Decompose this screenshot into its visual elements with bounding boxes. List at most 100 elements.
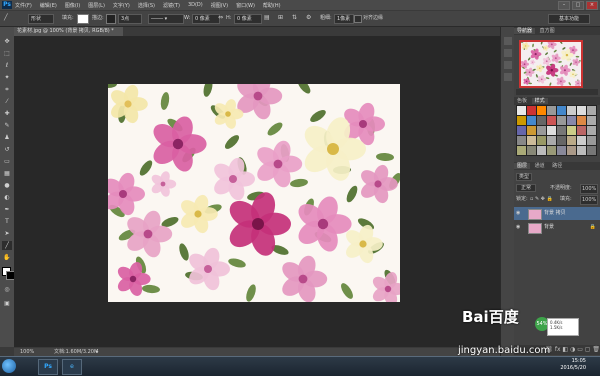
blend-mode-select[interactable]: 正常 (516, 184, 537, 192)
info-panel-icon[interactable] (504, 61, 512, 69)
path-arrange-icon[interactable]: ⇅ (292, 14, 297, 22)
stroke-width-input[interactable]: 3点 (118, 14, 142, 24)
tab-channels[interactable]: 通道 (532, 163, 548, 169)
tab-histogram[interactable]: 直方图 (537, 28, 558, 34)
tab-styles[interactable]: 样式 (531, 98, 548, 104)
eraser-tool-icon[interactable]: ▭ (2, 157, 12, 166)
maximize-button[interactable]: □ (572, 1, 584, 10)
menu-help[interactable]: 帮助(H) (263, 2, 281, 9)
eyedropper-tool-icon[interactable]: ⁄ (2, 97, 12, 106)
zoom-level[interactable]: 100% (20, 348, 34, 356)
move-tool-icon[interactable]: ✥ (2, 37, 12, 46)
pen-tool-icon[interactable]: ✒ (2, 205, 12, 214)
fx-icon[interactable]: fx (555, 346, 561, 353)
link-icon[interactable]: ⇔ (218, 14, 223, 22)
brush-tool-icon[interactable]: ✎ (2, 121, 12, 130)
new-layer-icon[interactable]: ▢ (585, 346, 591, 353)
character-panel-icon[interactable] (504, 73, 512, 81)
layer-name[interactable]: 背景 (544, 221, 554, 234)
fill-swatch[interactable] (77, 14, 89, 24)
blend-row: 正常 不透明度: 100% (516, 184, 599, 194)
type-tool-icon[interactable]: T (2, 217, 12, 226)
align-edges-label: 对齐边缘 (363, 15, 384, 21)
tab-layers[interactable]: 图层 (514, 163, 531, 169)
clock-date: 2016/5/20 (560, 365, 586, 371)
adjustment-icon[interactable]: ◑ (570, 346, 575, 353)
path-ops-icon[interactable]: ▤ (264, 14, 270, 22)
eye-icon[interactable]: ◉ (516, 207, 520, 220)
menu-select[interactable]: 选择(S) (138, 2, 155, 9)
close-button[interactable]: × (586, 1, 598, 10)
navigator-thumbnail[interactable] (519, 40, 583, 88)
minimize-button[interactable]: – (558, 1, 570, 10)
start-button[interactable] (2, 359, 16, 373)
stroke-type-select[interactable]: ──── ▾ (148, 14, 184, 24)
layer-kind-select[interactable]: 类型 (516, 173, 533, 181)
tab-navigator[interactable]: 导航器 (514, 28, 536, 34)
menu-layer[interactable]: 图层(L) (88, 2, 105, 9)
blur-tool-icon[interactable]: ● (2, 181, 12, 190)
opacity-input[interactable]: 100% (580, 184, 599, 194)
fill-label: 填充: (560, 196, 572, 202)
taskbar-photoshop[interactable]: Ps (38, 359, 58, 375)
history-panel-icon[interactable] (504, 37, 512, 45)
gradient-tool-icon[interactable]: ▦ (2, 169, 12, 178)
gear-icon[interactable]: ⚙ (306, 14, 311, 22)
flower-artwork (108, 84, 400, 302)
navigator-tabs: 导航器 直方图 (514, 27, 600, 35)
style-swatch[interactable] (586, 145, 597, 156)
lock-icons[interactable]: ▫ ✎ ✥ 🔒 (530, 195, 553, 203)
layer-row[interactable]: ◉ 背景 拷贝 (514, 207, 600, 220)
menu-view[interactable]: 视图(V) (211, 2, 228, 9)
layer-thumbnail (528, 209, 542, 220)
eye-icon[interactable]: ◉ (516, 221, 520, 234)
taskbar-browser[interactable]: e (62, 359, 82, 375)
fill-input[interactable]: 100% (580, 195, 599, 205)
hand-tool-icon[interactable]: ✋ (2, 253, 12, 262)
width-input[interactable]: 0 像素 (192, 14, 220, 24)
flower-image[interactable] (108, 84, 400, 302)
magic-wand-tool-icon[interactable]: ✦ (2, 73, 12, 82)
h-label: H: (226, 15, 232, 21)
weight-input[interactable]: 1像素 (334, 14, 354, 24)
workspace-select[interactable]: 基本功能 (548, 14, 590, 24)
menu-image[interactable]: 图像(I) (65, 2, 80, 9)
dodge-tool-icon[interactable]: ◐ (2, 193, 12, 202)
menu-type[interactable]: 文字(Y) (113, 2, 130, 9)
crop-tool-icon[interactable]: ⌗ (2, 85, 12, 94)
navigator-zoom-slider[interactable] (516, 89, 598, 95)
color-swatches[interactable] (2, 267, 15, 280)
healing-brush-tool-icon[interactable]: ✚ (2, 109, 12, 118)
lasso-tool-icon[interactable]: ℓ (2, 61, 12, 70)
stamp-tool-icon[interactable]: ♟ (2, 133, 12, 142)
path-select-tool-icon[interactable]: ➤ (2, 229, 12, 238)
menu-window[interactable]: 窗口(W) (236, 2, 255, 9)
height-input[interactable]: 0 像素 (234, 14, 262, 24)
history-brush-tool-icon[interactable]: ↺ (2, 145, 12, 154)
line-tool-icon[interactable]: ╱ (2, 241, 12, 250)
document-tab[interactable]: 花素材.jpg @ 100% (背景 拷贝, RGB/8) * (14, 27, 123, 36)
tab-swatches[interactable]: 色板 (514, 98, 530, 104)
layer-name[interactable]: 背景 拷贝 (544, 207, 566, 220)
align-edges-checkbox[interactable] (354, 15, 362, 23)
line-tool-icon[interactable]: ╱ (4, 14, 8, 22)
stroke-swatch[interactable] (106, 14, 116, 24)
menu-file[interactable]: 文件(F) (15, 2, 32, 9)
menu-filter[interactable]: 滤镜(T) (163, 2, 180, 9)
trash-icon[interactable]: 🗑 (592, 346, 600, 353)
properties-panel-icon[interactable] (504, 49, 512, 57)
tab-paths[interactable]: 路径 (549, 163, 565, 169)
path-align-icon[interactable]: ⊞ (278, 14, 283, 22)
status-arrow-icon[interactable]: ▸ (96, 348, 99, 356)
menu-edit[interactable]: 编辑(E) (40, 2, 57, 9)
group-icon[interactable]: ▭ (577, 346, 583, 353)
system-clock[interactable]: 15:05 2016/5/20 (560, 358, 586, 372)
marquee-tool-icon[interactable]: ⬚ (2, 49, 12, 58)
mask-icon[interactable]: ◧ (562, 346, 568, 353)
screen-mode-icon[interactable]: ▣ (2, 299, 12, 308)
shape-mode-select[interactable]: 形状 (28, 14, 54, 24)
w-label: W: (184, 15, 191, 21)
layer-row[interactable]: ◉ 背景 🔒 (514, 221, 600, 234)
menu-3d[interactable]: 3D(D) (188, 2, 203, 8)
quick-mask-icon[interactable]: ◎ (2, 285, 12, 294)
